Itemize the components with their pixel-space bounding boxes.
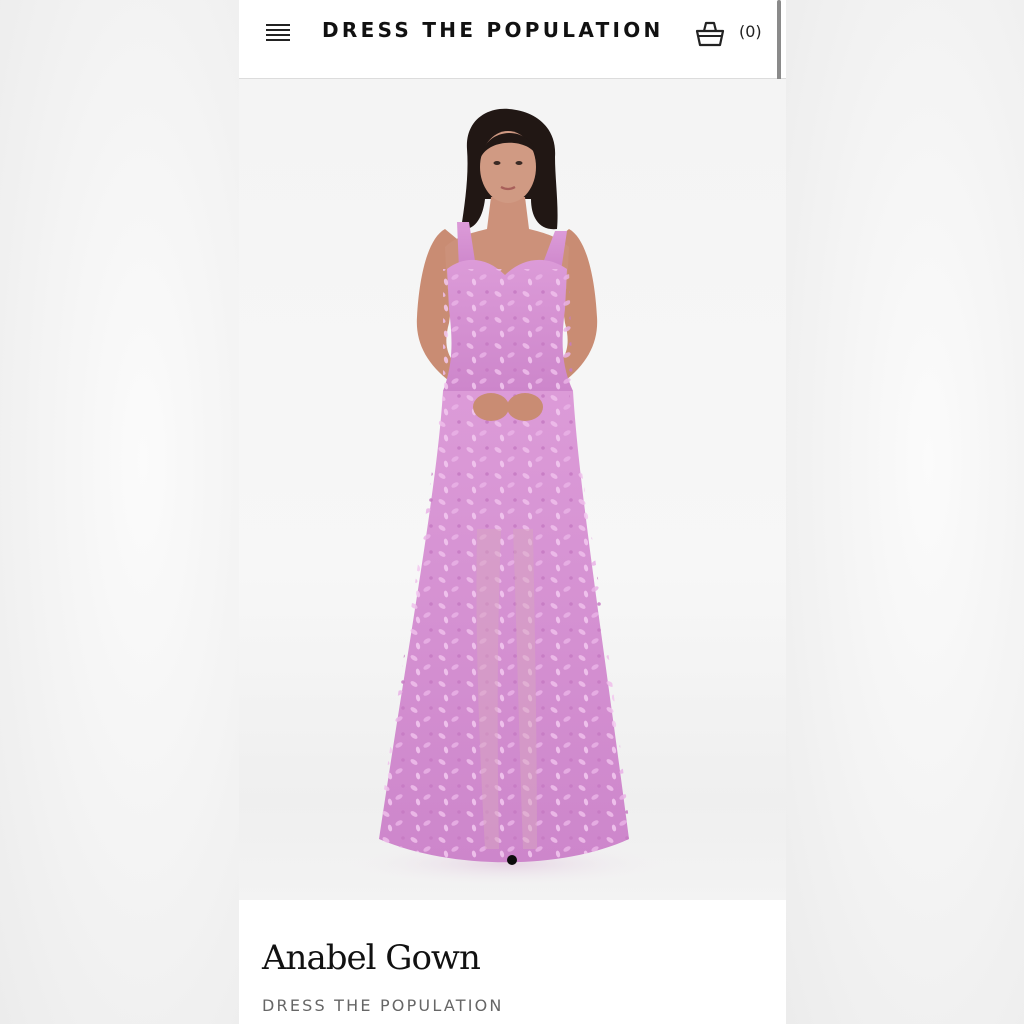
site-header: DRESS THE POPULATION (0) (239, 0, 786, 170)
right-backdrop (786, 0, 1024, 1024)
shopping-basket-icon (695, 21, 725, 47)
product-brand[interactable]: DRESS THE POPULATION (262, 996, 504, 1015)
model-photo (337, 108, 677, 888)
product-image[interactable] (239, 79, 786, 900)
product-page: DRESS THE POPULATION (0) Anabel Gown DRE… (239, 0, 786, 1024)
left-backdrop (0, 0, 239, 1024)
site-logo[interactable]: DRESS THE POPULATION (322, 18, 664, 42)
product-title: Anabel Gown (262, 938, 481, 978)
carousel-dot-active[interactable] (507, 855, 517, 865)
cart-count: (0) (739, 22, 762, 41)
product-info: Anabel Gown DRESS THE POPULATION (239, 900, 786, 1024)
cart-button[interactable]: (0) (694, 18, 774, 50)
hamburger-menu-icon[interactable] (263, 20, 293, 46)
